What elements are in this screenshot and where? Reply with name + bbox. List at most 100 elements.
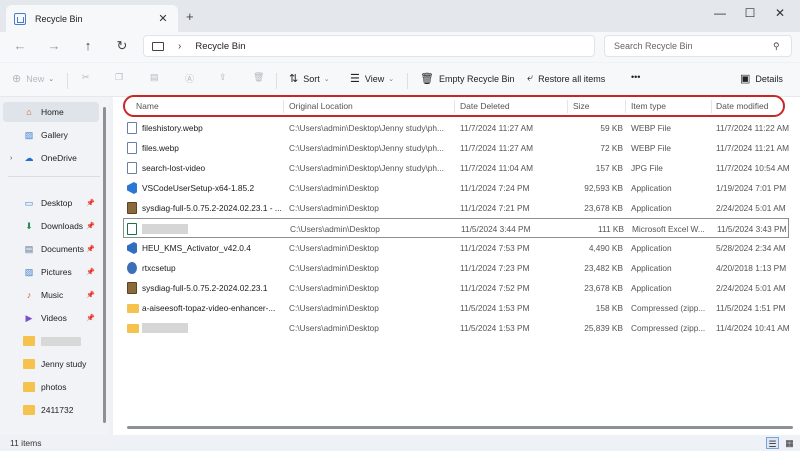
- sort-button[interactable]: ⇅ Sort ⌄: [289, 72, 330, 85]
- delete-icon[interactable]: 🗑: [253, 72, 264, 83]
- table-row[interactable]: rtxcsetup C:\Users\admin\Desktop 11/1/20…: [113, 258, 800, 278]
- sidebar-item-videos[interactable]: ▶ Videos 📌: [3, 308, 99, 328]
- chevron-right-icon[interactable]: ›: [178, 41, 181, 52]
- table-row[interactable]: sysdiag-full-5.0.75.2-2024.02.23.1 C:\Us…: [113, 278, 800, 298]
- pin-icon[interactable]: 📌: [86, 222, 95, 230]
- sidebar-item-photos[interactable]: photos: [3, 377, 99, 397]
- up-button[interactable]: ↑: [80, 38, 96, 53]
- row-date-deleted: 11/7/2024 11:27 AM: [460, 143, 534, 153]
- row-name: [142, 323, 284, 335]
- search-input[interactable]: Search Recycle Bin ⚲: [604, 35, 792, 57]
- folder-icon: [23, 405, 35, 415]
- table-row[interactable]: files.webp C:\Users\admin\Desktop\Jenny …: [113, 138, 800, 158]
- table-row[interactable]: search-lost-video C:\Users\admin\Desktop…: [113, 158, 800, 178]
- sidebar-item-downloads[interactable]: ⬇ Downloads 📌: [3, 216, 99, 236]
- pin-icon[interactable]: 📌: [86, 268, 95, 276]
- more-options-button[interactable]: •••: [631, 72, 640, 82]
- address-field[interactable]: › Recycle Bin: [143, 35, 595, 57]
- excel-file-icon: [127, 223, 137, 235]
- row-type: Application: [631, 243, 672, 253]
- sidebar-item-music[interactable]: ♪ Music 📌: [3, 285, 99, 305]
- documents-icon: ▤: [24, 244, 34, 254]
- restore-all-button[interactable]: ⤶ Restore all items: [527, 72, 605, 85]
- table-row-focused[interactable]: C:\Users\admin\Desktop 11/5/2024 3:44 PM…: [123, 218, 789, 238]
- tiles-view-icon[interactable]: ▦: [783, 437, 796, 449]
- table-row[interactable]: HEU_KMS_Activator_v42.0.4 C:\Users\admin…: [113, 238, 800, 258]
- row-size: 23,482 KB: [584, 263, 623, 273]
- row-location: C:\Users\admin\Desktop\Jenny study\ph...: [289, 163, 444, 173]
- table-row[interactable]: a-aiseesoft-topaz-video-enhancer-... C:\…: [113, 298, 800, 318]
- row-location: C:\Users\admin\Desktop: [289, 183, 379, 193]
- redacted-label: [41, 336, 81, 346]
- folder-icon: [23, 336, 35, 346]
- sidebar-item-label: Downloads: [41, 221, 84, 231]
- sidebar-item-home[interactable]: ⌂ Home: [3, 102, 99, 122]
- vscode-icon: [127, 182, 137, 194]
- details-view-icon[interactable]: ☰: [766, 437, 779, 449]
- title-bar: Recycle Bin ✕ + — ☐ ✕: [0, 0, 800, 32]
- table-row[interactable]: C:\Users\admin\Desktop 11/5/2024 1:53 PM…: [113, 318, 800, 338]
- details-label: Details: [755, 73, 783, 84]
- pin-icon[interactable]: 📌: [86, 245, 95, 253]
- row-size: 157 KB: [595, 163, 623, 173]
- sidebar-item-pictures[interactable]: ▨ Pictures 📌: [3, 262, 99, 282]
- maximize-button[interactable]: ☐: [742, 6, 758, 20]
- refresh-button[interactable]: ↻: [114, 38, 130, 54]
- sidebar-item-2411732[interactable]: 2411732: [3, 400, 99, 420]
- recycle-bin-icon: 🗑: [420, 73, 434, 85]
- activator-icon: [127, 242, 137, 254]
- address-path: Recycle Bin: [195, 40, 246, 52]
- toolbar-divider: [67, 73, 68, 89]
- image-file-icon: [127, 162, 137, 174]
- row-name: sysdiag-full-5.0.75.2-2024.02.23.1: [142, 283, 268, 293]
- zip-folder-icon: [127, 324, 139, 333]
- tab-recycle-bin[interactable]: Recycle Bin ✕: [6, 5, 178, 32]
- application-icon: [127, 202, 137, 214]
- row-date-modified: 1/19/2024 7:01 PM: [716, 183, 787, 193]
- new-button[interactable]: ⊕ New ⌄: [12, 72, 54, 85]
- forward-button[interactable]: →: [46, 38, 62, 53]
- sidebar-item-documents[interactable]: ▤ Documents 📌: [3, 239, 99, 259]
- cut-icon[interactable]: ✂: [82, 72, 90, 83]
- close-window-button[interactable]: ✕: [772, 6, 788, 20]
- row-date-deleted: 11/7/2024 11:04 AM: [460, 163, 534, 173]
- view-button[interactable]: ☰ View ⌄: [350, 72, 394, 85]
- sidebar-divider: [8, 176, 100, 177]
- sidebar-item-onedrive[interactable]: › ☁ OneDrive: [3, 148, 99, 168]
- home-icon: ⌂: [26, 107, 32, 117]
- table-row[interactable]: VSCodeUserSetup-x64-1.85.2 C:\Users\admi…: [113, 178, 800, 198]
- row-date-modified: 11/5/2024 3:43 PM: [717, 224, 787, 234]
- new-tab-button[interactable]: +: [186, 9, 194, 24]
- row-name: HEU_KMS_Activator_v42.0.4: [142, 243, 251, 253]
- table-row[interactable]: fileshistory.webp C:\Users\admin\Desktop…: [113, 118, 800, 138]
- copy-icon[interactable]: ❐: [115, 72, 123, 83]
- tab-close-icon[interactable]: ✕: [156, 12, 170, 25]
- zip-folder-icon: [127, 304, 139, 313]
- sidebar-item-desktop[interactable]: ▭ Desktop 📌: [3, 193, 99, 213]
- table-row[interactable]: sysdiag-full-5.0.75.2-2024.02.23.1 - ...…: [113, 198, 800, 218]
- paste-icon[interactable]: ▤: [150, 72, 159, 83]
- row-name: a-aiseesoft-topaz-video-enhancer-...: [142, 303, 276, 313]
- pin-icon[interactable]: 📌: [86, 199, 95, 207]
- minimize-button[interactable]: —: [712, 6, 728, 20]
- pin-icon[interactable]: 📌: [86, 291, 95, 299]
- sidebar-scrollbar[interactable]: [103, 107, 106, 423]
- share-icon[interactable]: ⇪: [219, 72, 227, 83]
- row-date-deleted: 11/1/2024 7:23 PM: [460, 263, 530, 273]
- sidebar-item-gallery[interactable]: ▨ Gallery: [3, 125, 99, 145]
- empty-recycle-bin-button[interactable]: 🗑 Empty Recycle Bin: [420, 72, 515, 85]
- back-button[interactable]: ←: [12, 38, 28, 53]
- pin-icon[interactable]: 📌: [86, 314, 95, 322]
- sidebar-item-jenny-study[interactable]: Jenny study: [3, 354, 99, 374]
- row-date-modified: 2/24/2024 5:01 AM: [716, 203, 786, 213]
- sidebar-item-redacted-folder[interactable]: [3, 331, 99, 351]
- row-name: VSCodeUserSetup-x64-1.85.2: [142, 183, 255, 193]
- rename-icon[interactable]: Ⓐ: [185, 72, 194, 85]
- horizontal-scrollbar[interactable]: [127, 426, 793, 429]
- sidebar-item-label: Gallery: [41, 130, 68, 140]
- view-icon: ☰: [350, 73, 360, 85]
- row-size: 111 KB: [598, 224, 624, 234]
- details-button[interactable]: ▣ Details: [740, 72, 783, 85]
- row-location: C:\Users\admin\Desktop: [289, 243, 379, 253]
- chevron-right-icon[interactable]: ›: [10, 155, 12, 162]
